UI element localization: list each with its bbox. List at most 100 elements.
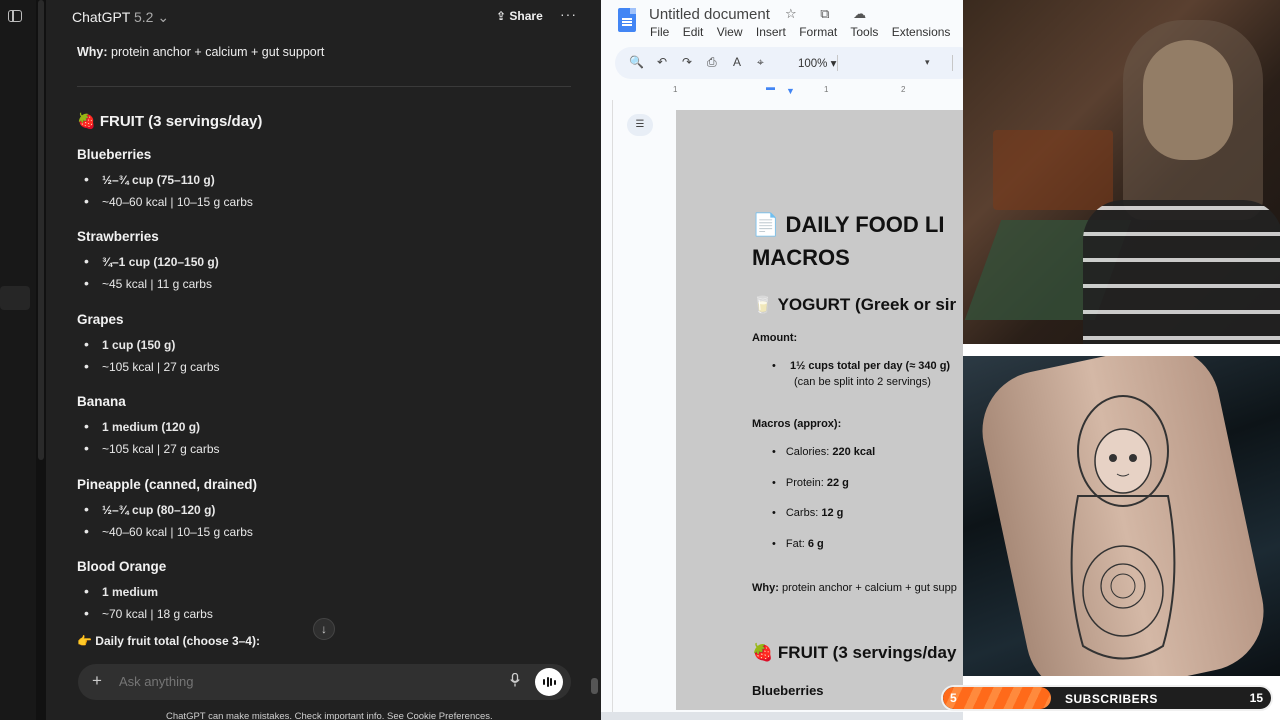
fruit-macros: ~45 kcal | 11 g carbs — [84, 275, 212, 291]
fruit-macros: ~40–60 kcal | 10–15 g carbs — [84, 523, 253, 539]
menu-format[interactable]: Format — [799, 25, 837, 39]
amount-label: Amount: — [752, 332, 798, 344]
fruit-macros: ~40–60 kcal | 10–15 g carbs — [84, 193, 253, 209]
spellcheck-icon[interactable]: A — [733, 55, 741, 69]
title-actions-icons[interactable]: ☆ ⧉ ☁ — [785, 6, 876, 22]
disclaimer: ChatGPT can make mistakes. Check importa… — [166, 711, 493, 720]
voice-mode-button[interactable] — [535, 668, 563, 696]
menu-edit[interactable]: Edit — [683, 25, 704, 39]
macro-bullet: • — [772, 476, 776, 489]
sidebar-selected-item[interactable] — [0, 286, 30, 310]
ruler-mark: 1 — [824, 85, 829, 94]
attach-plus-icon[interactable]: + — [92, 671, 102, 691]
redo-icon[interactable]: ↷ — [682, 55, 692, 69]
macros-label: Macros (approx): — [752, 418, 842, 430]
macro-value: 6 g — [807, 537, 824, 550]
fruit-section-heading: 🍓 FRUIT (3 servings/day) — [77, 112, 262, 130]
fruit-macros-text: ~40–60 kcal | 10–15 g carbs — [102, 195, 253, 209]
macro-item: • Fat: 6 g — [772, 538, 824, 550]
macro-item: • Protein: 22 g — [772, 477, 849, 489]
strawberry-icon: 🍓 — [77, 113, 96, 130]
fruit-macros-text: ~105 kcal | 27 g carbs — [102, 442, 220, 457]
macro-value: 22 g — [826, 476, 849, 489]
model-selector[interactable]: ChatGPT 5.2 ⌄ — [72, 9, 169, 26]
document-title[interactable]: Untitled document — [649, 6, 770, 23]
sidebar-scrollbar[interactable] — [38, 0, 44, 460]
doc-why-label: Why: — [752, 582, 779, 594]
chevron-down-icon: ▾ — [830, 58, 837, 70]
fruit-amount-text: ½–¾ cup (75–110 g) — [102, 173, 215, 187]
chat-panel: ChatGPT 5.2 ⌄ ⇪ Share ··· Why: protein a… — [46, 0, 601, 720]
yogurt-heading: 🥛 YOGURT (Greek or sir — [752, 295, 956, 315]
docs-horizontal-scrollbar[interactable] — [601, 712, 963, 720]
amount-item: 1½ cups total per day (≈ 340 g) — [790, 360, 951, 372]
document-outline-icon[interactable]: ☰ — [627, 114, 653, 136]
yogurt-heading-text: YOGURT (Greek or sir — [777, 295, 957, 314]
matryoshka-tattoo-icon — [1070, 395, 1176, 660]
ruler-mark: 1 — [673, 85, 678, 94]
macro-label: Carbs: — [785, 507, 822, 519]
doc-fruit-heading: 🍓 FRUIT (3 servings/day — [752, 643, 956, 663]
menu-file[interactable]: File — [650, 25, 669, 39]
streamer-webcam — [963, 0, 1280, 344]
style-dropdown-icon[interactable]: ▾ — [925, 57, 930, 68]
fruit-amount-text: ¾–1 cup (120–150 g) — [102, 255, 219, 270]
zoom-select[interactable]: 100% ▾ — [798, 56, 836, 70]
doc-fruit-heading-text: FRUIT (3 servings/day — [777, 643, 957, 662]
fruit-amount-text: 1 medium — [102, 585, 159, 599]
fruit-macros-text: ~105 kcal | 27 g carbs — [102, 359, 220, 374]
macro-bullet: • — [772, 446, 776, 458]
plaid-shirt — [1083, 200, 1280, 344]
chat-scrollbar[interactable] — [591, 678, 598, 694]
scroll-down-button[interactable]: ↓ — [313, 618, 335, 640]
menu-tools[interactable]: Tools — [850, 25, 878, 39]
fruit-amount: ¾–1 cup (120–150 g) — [84, 253, 219, 269]
zoom-value: 100% — [798, 58, 828, 70]
docs-logo-icon[interactable] — [618, 8, 636, 32]
share-icon: ⇪ — [496, 9, 507, 23]
fruit-amount: 1 cup (150 g) — [84, 336, 175, 352]
doc-why-text: protein anchor + calcium + gut supp — [778, 582, 957, 594]
doc-first-fruit: Blueberries — [752, 683, 824, 698]
fruit-macros-text: ~40–60 kcal | 10–15 g carbs — [102, 524, 253, 539]
subscriber-current: 5 — [950, 691, 957, 705]
chat-input[interactable] — [119, 674, 399, 689]
strawberry-icon: 🍓 — [752, 643, 774, 662]
fruit-amount: 1 medium (120 g) — [84, 418, 200, 434]
subscriber-label: SUBSCRIBERS — [1065, 692, 1158, 706]
fruit-macros: ~105 kcal | 27 g carbs — [84, 440, 220, 456]
undo-icon[interactable]: ↶ — [657, 55, 667, 69]
menu-insert[interactable]: Insert — [756, 25, 786, 39]
macro-bullet: • — [772, 507, 776, 519]
menu-view[interactable]: View — [717, 25, 743, 39]
indent-marker-icon[interactable]: ▬ — [766, 82, 775, 92]
fruit-name: Banana — [77, 394, 126, 410]
macro-item: • Carbs: 12 g — [772, 507, 843, 519]
horizontal-ruler[interactable]: 1 ▬ ▼ 1 2 — [673, 82, 963, 99]
microphone-icon[interactable] — [510, 673, 520, 687]
paint-format-icon[interactable]: ⌖ — [757, 55, 764, 70]
chat-header: ChatGPT 5.2 ⌄ ⇪ Share ··· — [46, 0, 601, 34]
subscriber-goal-bar: 5 SUBSCRIBERS 15 — [941, 685, 1273, 711]
search-icon[interactable]: 🔍 — [629, 55, 644, 69]
document-page[interactable]: 📄 DAILY FOOD LI MACROS 🥛 YOGURT (Greek o… — [676, 110, 963, 710]
share-label: Share — [509, 9, 543, 23]
vertical-ruler[interactable] — [601, 100, 613, 720]
person-hair — [1123, 20, 1263, 220]
macro-value: 220 kcal — [832, 446, 876, 458]
daily-total: 👉 Daily fruit total (choose 3–4): — [77, 634, 260, 648]
model-version: 5.2 — [134, 9, 154, 25]
share-button[interactable]: ⇪ Share — [496, 9, 543, 23]
sidebar-toggle-icon[interactable] — [8, 10, 22, 22]
fruit-amount-text: 1 medium (120 g) — [102, 420, 201, 435]
sidebar-rail — [0, 0, 36, 720]
amount-note: (can be split into 2 servings) — [794, 376, 931, 388]
more-options-icon[interactable]: ··· — [560, 6, 577, 22]
macro-label: Protein: — [785, 476, 827, 489]
doc-heading-text: DAILY FOOD LI — [785, 212, 945, 237]
macro-item: • Calories: 220 kcal — [772, 446, 875, 458]
indent-marker-icon[interactable]: ▼ — [786, 86, 795, 96]
menu-extensions[interactable]: Extensions — [892, 25, 951, 39]
model-name: ChatGPT — [72, 9, 131, 25]
print-icon[interactable]: ⎙ — [707, 55, 717, 70]
